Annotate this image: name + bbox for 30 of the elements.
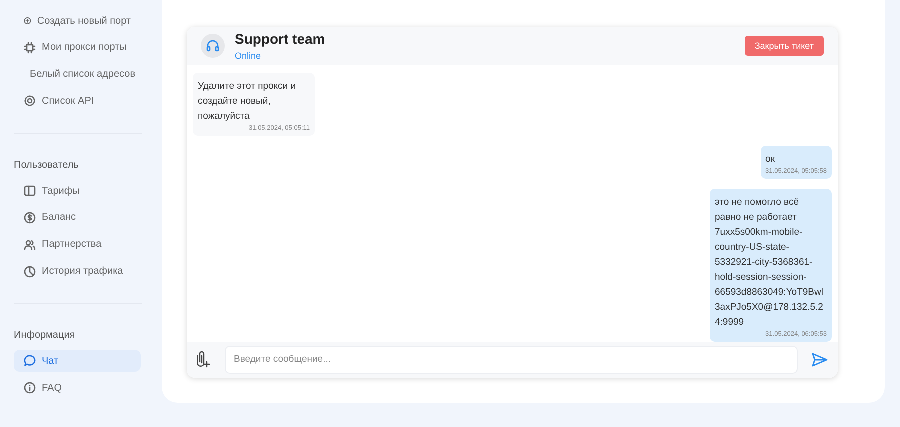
sidebar-item[interactable]: Мои прокси порты [14, 36, 141, 59]
sidebar-item[interactable]: Белый список адресов [14, 64, 141, 86]
gear-icon [24, 95, 36, 108]
pie-icon [24, 266, 36, 278]
sidebar-item[interactable]: Баланс [14, 206, 141, 229]
section-heading: Пользователь [14, 160, 80, 174]
message-text: это не помогло всё равно не работает 7uxx5s00km-mobile-country-US-state-5332921-city-5368361-hold-session-session-66593d8863049:YoT9Bwl3axPJo5X0@178.132.5.24:9999 [715, 196, 824, 330]
message-input[interactable]: Введите сообщение... [225, 346, 798, 374]
dollar-icon [24, 212, 36, 224]
section-heading: Информация [14, 330, 76, 344]
send-icon[interactable] [812, 352, 828, 367]
status-text: Online [235, 50, 262, 61]
attach-icon[interactable] [197, 350, 211, 369]
sidebar-item[interactable]: Чат [14, 350, 141, 372]
sidebar-item[interactable]: Партнерства [14, 234, 141, 256]
users-icon [24, 238, 36, 251]
info-icon [24, 382, 36, 394]
chat-icon [24, 355, 36, 368]
headphones-icon [206, 38, 220, 53]
chip-icon [24, 42, 36, 54]
plus-icon [24, 15, 32, 27]
sidebar-item[interactable]: FAQ [14, 377, 141, 400]
close-ticket-button[interactable]: Закрыть тикет [744, 36, 824, 56]
sidebar-item[interactable]: История трафика [14, 260, 141, 283]
sidebar-item[interactable]: Тарифы [14, 180, 141, 202]
sidebar-item[interactable]: Список API [14, 90, 141, 112]
sidebar-item[interactable]: Создать новый порт [14, 10, 141, 32]
message-text: Удалите этот прокси и создайте новый, пожалуйста [198, 80, 298, 124]
contact-name: Support team [235, 30, 326, 47]
message-text: ок [766, 152, 776, 167]
